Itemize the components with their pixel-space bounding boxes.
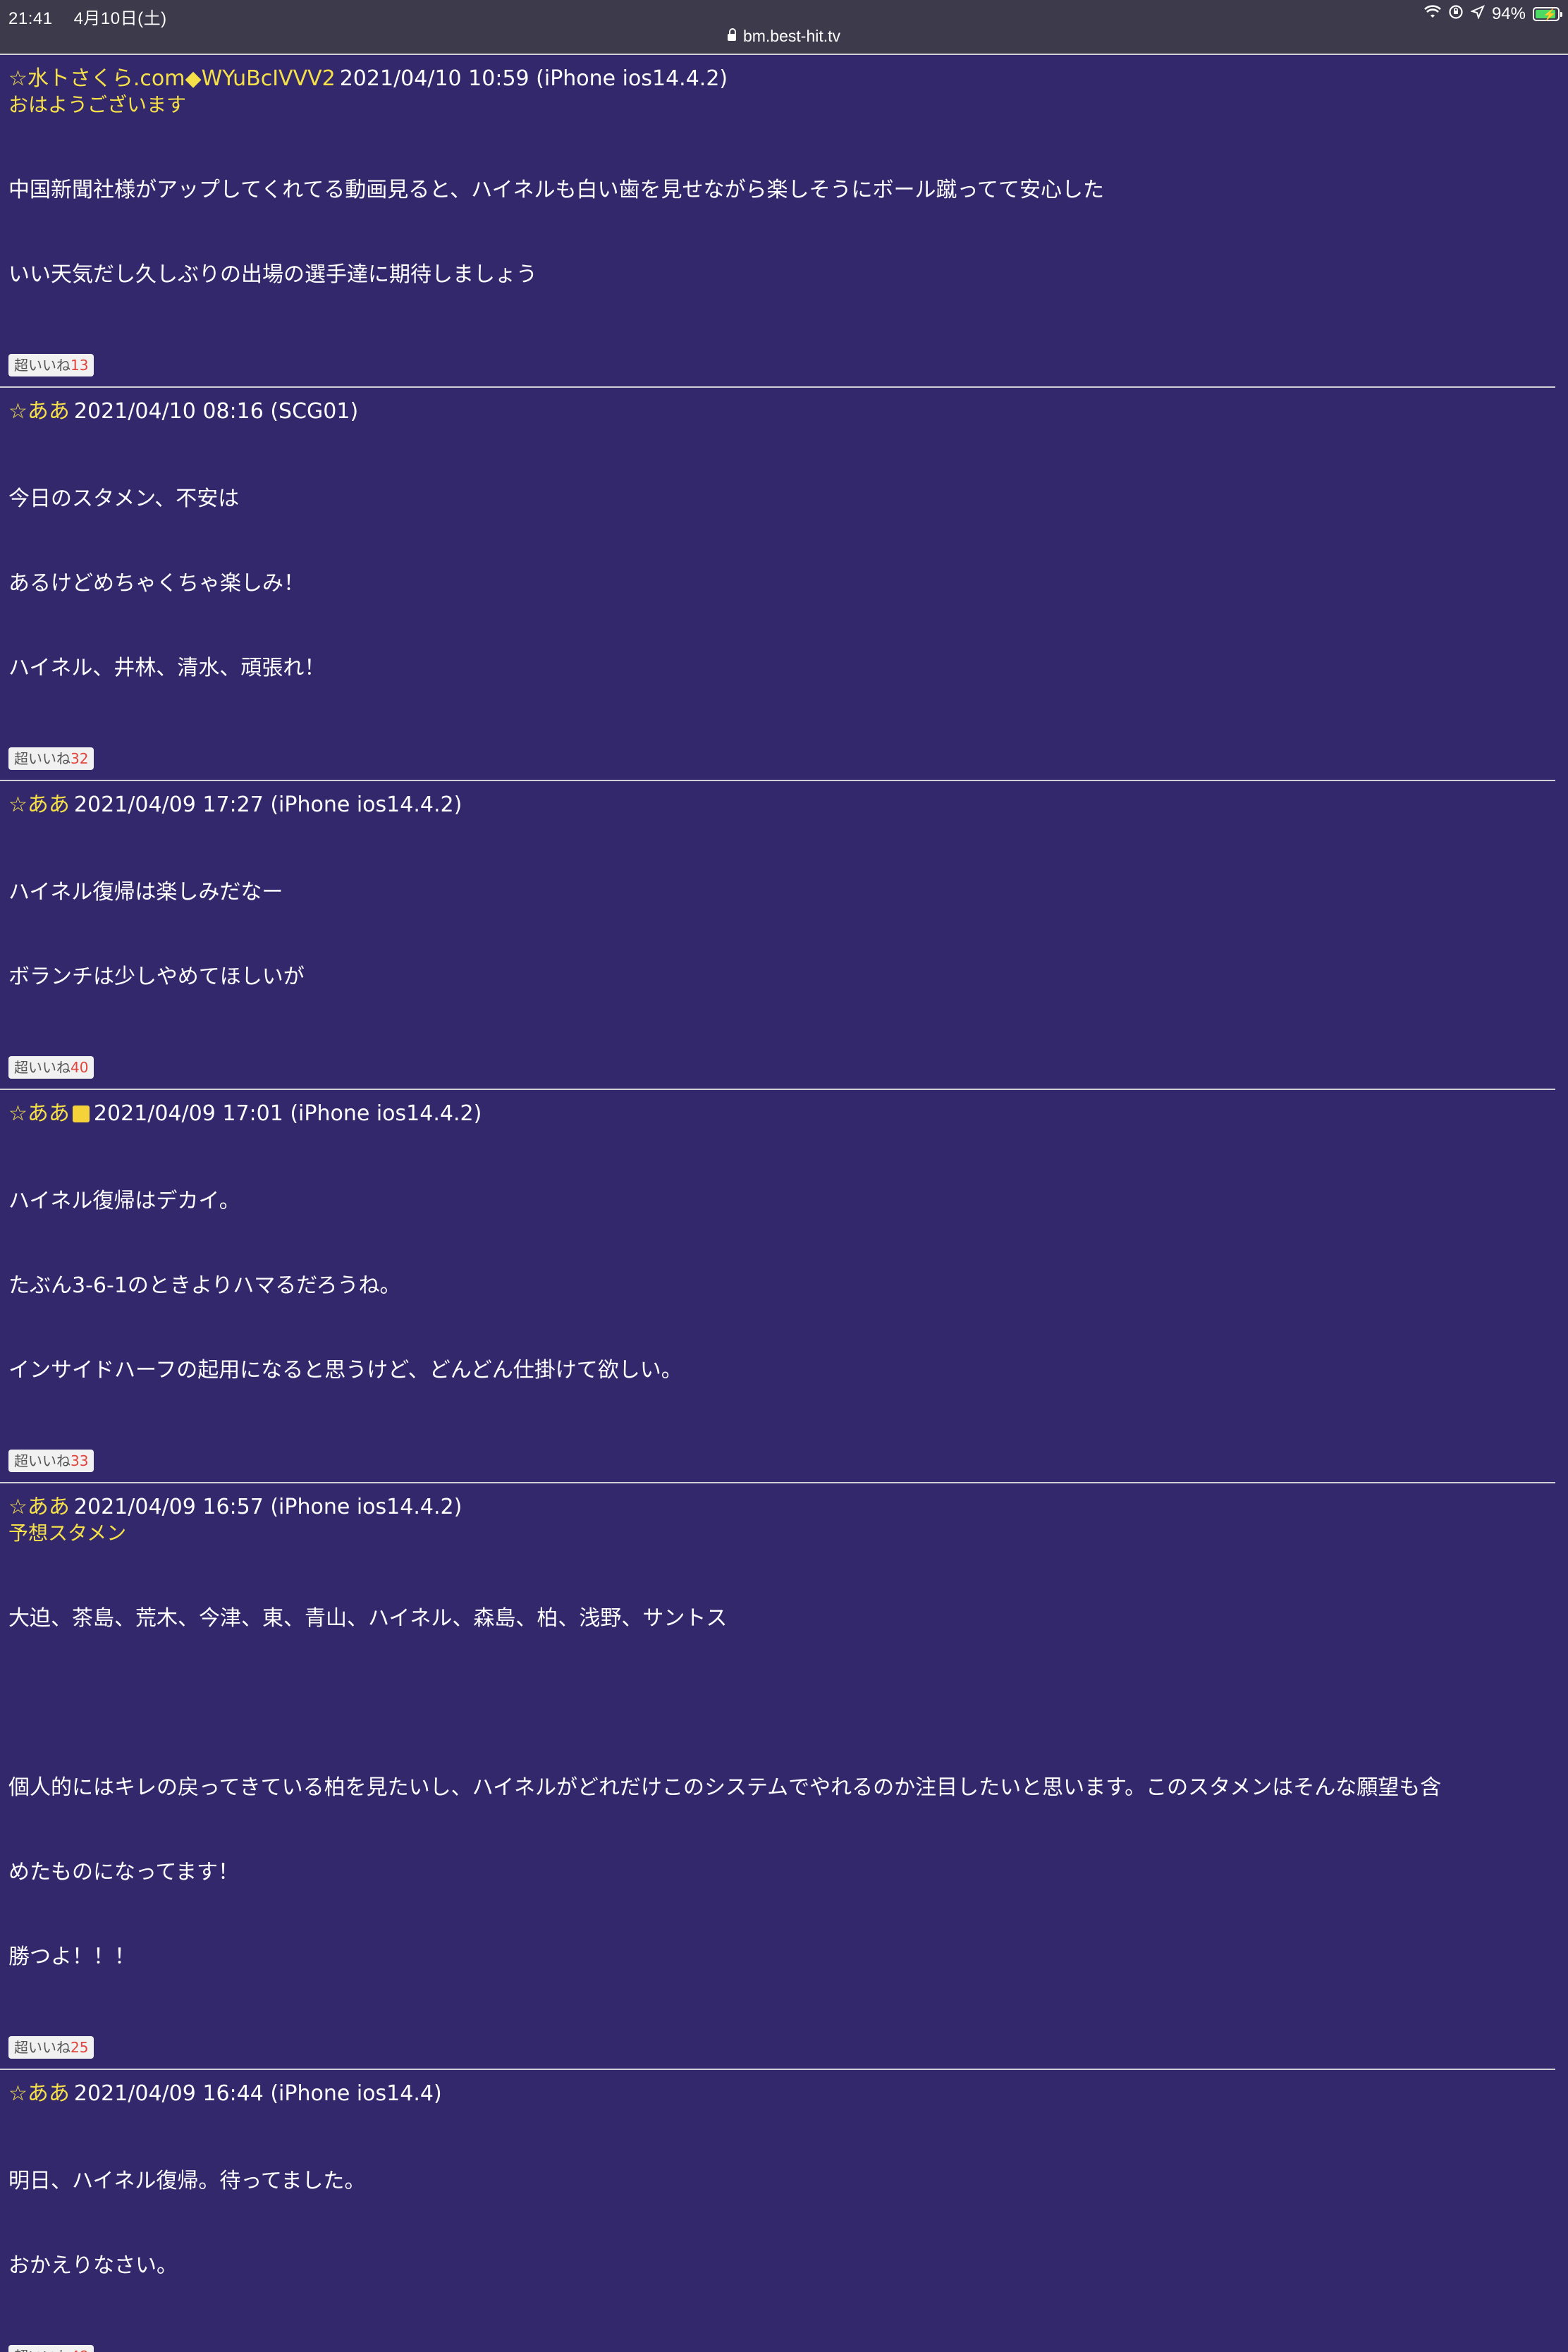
- battery-icon: ⚡: [1533, 7, 1562, 21]
- post-header: ☆ああ 2021/04/09 17:27 (iPhone ios14.4.2): [8, 791, 1547, 819]
- clock: 21:41: [8, 9, 53, 28]
- location-icon: [1470, 5, 1485, 23]
- post-body-line: ハイネル復帰はデカイ。: [8, 1189, 240, 1213]
- orientation-lock-icon: [1448, 4, 1464, 24]
- post: ☆水トさくら.com◆WYuBcIVVV2 2021/04/10 10:59 (i…: [0, 55, 1555, 388]
- like-label: 超いいね: [14, 1452, 71, 1469]
- post-author[interactable]: ☆水トさくら.com◆WYuBcIVVV2: [8, 66, 336, 91]
- post-subject: 予想スタメン: [8, 1521, 127, 1545]
- post-body-line: 明日、ハイネル復帰。待ってました。: [8, 2169, 366, 2193]
- post-author[interactable]: ☆ああ: [8, 399, 70, 424]
- post-body: 大迫、茶島、荒木、今津、東、青山、ハイネル、森島、柏、浅野、サントス 個人的には…: [8, 1548, 1547, 2028]
- post-meta: 2021/04/09 16:44 (iPhone ios14.4): [73, 2081, 442, 2106]
- post-author[interactable]: ☆ああ: [8, 792, 70, 817]
- post-body-line: 大迫、茶島、荒木、今津、東、青山、ハイネル、森島、柏、浅野、サントス: [8, 1606, 728, 1631]
- super-like-button[interactable]: 超いいね25: [8, 2036, 94, 2059]
- post-body-line: インサイドハーフの起用になると思うけど、どんどん仕掛けて欲しい。: [8, 1358, 682, 1383]
- lock-icon: [727, 28, 736, 41]
- super-like-button[interactable]: 超いいね32: [8, 747, 94, 770]
- post-header: ☆ああ 2021/04/09 16:44 (iPhone ios14.4): [8, 2080, 1547, 2108]
- post-body-line: ボランチは少しやめてほしいが: [8, 964, 305, 989]
- status-date: 4月10日(土): [73, 9, 167, 28]
- post-body: ハイネル復帰は楽しみだなー ボランチは少しやめてほしいが: [8, 822, 1547, 1048]
- like-label: 超いいね: [14, 2039, 71, 2056]
- post-header: ☆ああ 2021/04/09 17:01 (iPhone ios14.4.2): [8, 1100, 1547, 1128]
- status-icons: 94% ⚡: [1424, 3, 1562, 25]
- post-meta: 2021/04/09 16:57 (iPhone ios14.4.2): [73, 1495, 463, 1519]
- post: ☆ああ 2021/04/09 17:27 (iPhone ios14.4.2) ハ…: [0, 781, 1555, 1090]
- like-count: 25: [71, 2039, 89, 2056]
- post-body: 今日のスタメン、不安は あるけどめちゃくちゃ楽しみ！ ハイネル、井林、清水、頑張…: [8, 429, 1547, 739]
- post-header: ☆ああ 2021/04/09 16:57 (iPhone ios14.4.2): [8, 1493, 1547, 1521]
- charging-icon: ⚡: [1543, 9, 1557, 21]
- post-list: ☆水トさくら.com◆WYuBcIVVV2 2021/04/10 10:59 (i…: [0, 55, 1555, 2352]
- post-author[interactable]: ☆ああ: [8, 1101, 70, 1126]
- post: ☆ああ 2021/04/10 08:16 (SCG01) 今日のスタメン、不安は …: [0, 388, 1555, 781]
- post-body-line: 今日のスタメン、不安は: [8, 486, 240, 511]
- post-subject: おはようございます: [8, 93, 187, 116]
- post-author[interactable]: ☆ああ: [8, 1495, 70, 1519]
- status-time: 21:41 4月10日(土): [8, 4, 167, 29]
- post-meta: 2021/04/10 10:59 (iPhone ios14.4.2): [339, 66, 728, 91]
- like-count: 13: [71, 357, 89, 374]
- yellow-square-icon: [72, 1105, 90, 1122]
- post-body-line: いい天気だし久しぶりの出場の選手達に期待しましょう: [8, 262, 537, 287]
- like-count: 40: [71, 1059, 89, 1076]
- address-bar[interactable]: bm.best-hit.tv: [0, 27, 1568, 46]
- post-body-line: めたものになってます！: [8, 1860, 239, 1885]
- post-body: 中国新聞社様がアップしてくれてる動画見ると、ハイネルも白い歯を見せながら楽しそう…: [8, 120, 1547, 345]
- post-body-line: たぶん3-6-1のときよりハマるだろうね。: [8, 1273, 401, 1298]
- like-count: 33: [71, 1452, 89, 1469]
- post-body: 明日、ハイネル復帰。待ってました。 おかえりなさい。: [8, 2111, 1547, 2336]
- post-body-line: [8, 1689, 1547, 1717]
- post-header: ☆水トさくら.com◆WYuBcIVVV2 2021/04/10 10:59 (i…: [8, 65, 1547, 93]
- url-text: bm.best-hit.tv: [742, 27, 841, 45]
- wifi-icon: [1424, 5, 1441, 23]
- post-header: ☆ああ 2021/04/10 08:16 (SCG01): [8, 398, 1547, 426]
- post: ☆ああ 2021/04/09 16:57 (iPhone ios14.4.2) 予…: [0, 1483, 1555, 2070]
- post-body-line: 中国新聞社様がアップしてくれてる動画見ると、ハイネルも白い歯を見せながら楽しそう…: [8, 178, 1104, 202]
- post-body-line: 個人的にはキレの戻ってきている柏を見たいし、ハイネルがどれだけこのシステムでやれ…: [8, 1775, 1442, 1800]
- like-count: 48: [71, 2348, 88, 2352]
- like-label: 超いいね: [14, 2348, 71, 2352]
- post-body-line: 勝つよ！！！: [8, 1944, 135, 1969]
- post: ☆ああ 2021/04/09 17:01 (iPhone ios14.4.2) ハ…: [0, 1090, 1555, 1483]
- super-like-button[interactable]: 超いいね40: [8, 1056, 94, 1079]
- super-like-button[interactable]: 超いいね48: [8, 2345, 94, 2352]
- status-bar: 21:41 4月10日(土) 94% ⚡ bm.best-hit.tv: [0, 0, 1568, 55]
- post-meta: 2021/04/10 08:16 (SCG01): [73, 399, 359, 424]
- post-body-line: ハイネル復帰は楽しみだなー: [8, 880, 283, 905]
- like-count: 32: [71, 750, 89, 767]
- post-body-line: あるけどめちゃくちゃ楽しみ！: [8, 571, 305, 596]
- like-label: 超いいね: [14, 357, 71, 374]
- super-like-button[interactable]: 超いいね13: [8, 354, 94, 376]
- post-meta: 2021/04/09 17:27 (iPhone ios14.4.2): [73, 792, 463, 817]
- post-meta: 2021/04/09 17:01 (iPhone ios14.4.2): [93, 1101, 482, 1126]
- like-label: 超いいね: [14, 1059, 71, 1076]
- post-body: ハイネル復帰はデカイ。 たぶん3-6-1のときよりハマるだろうね。 インサイドハ…: [8, 1131, 1547, 1441]
- post: ☆ああ 2021/04/09 16:44 (iPhone ios14.4) 明日、…: [0, 2070, 1555, 2352]
- post-body-line: おかえりなさい。: [8, 2253, 178, 2278]
- post-author[interactable]: ☆ああ: [8, 2081, 70, 2106]
- post-body-line: ハイネル、井林、清水、頑張れ！: [8, 656, 326, 680]
- super-like-button[interactable]: 超いいね33: [8, 1450, 94, 1472]
- battery-percent: 94%: [1491, 4, 1526, 23]
- like-label: 超いいね: [14, 750, 71, 767]
